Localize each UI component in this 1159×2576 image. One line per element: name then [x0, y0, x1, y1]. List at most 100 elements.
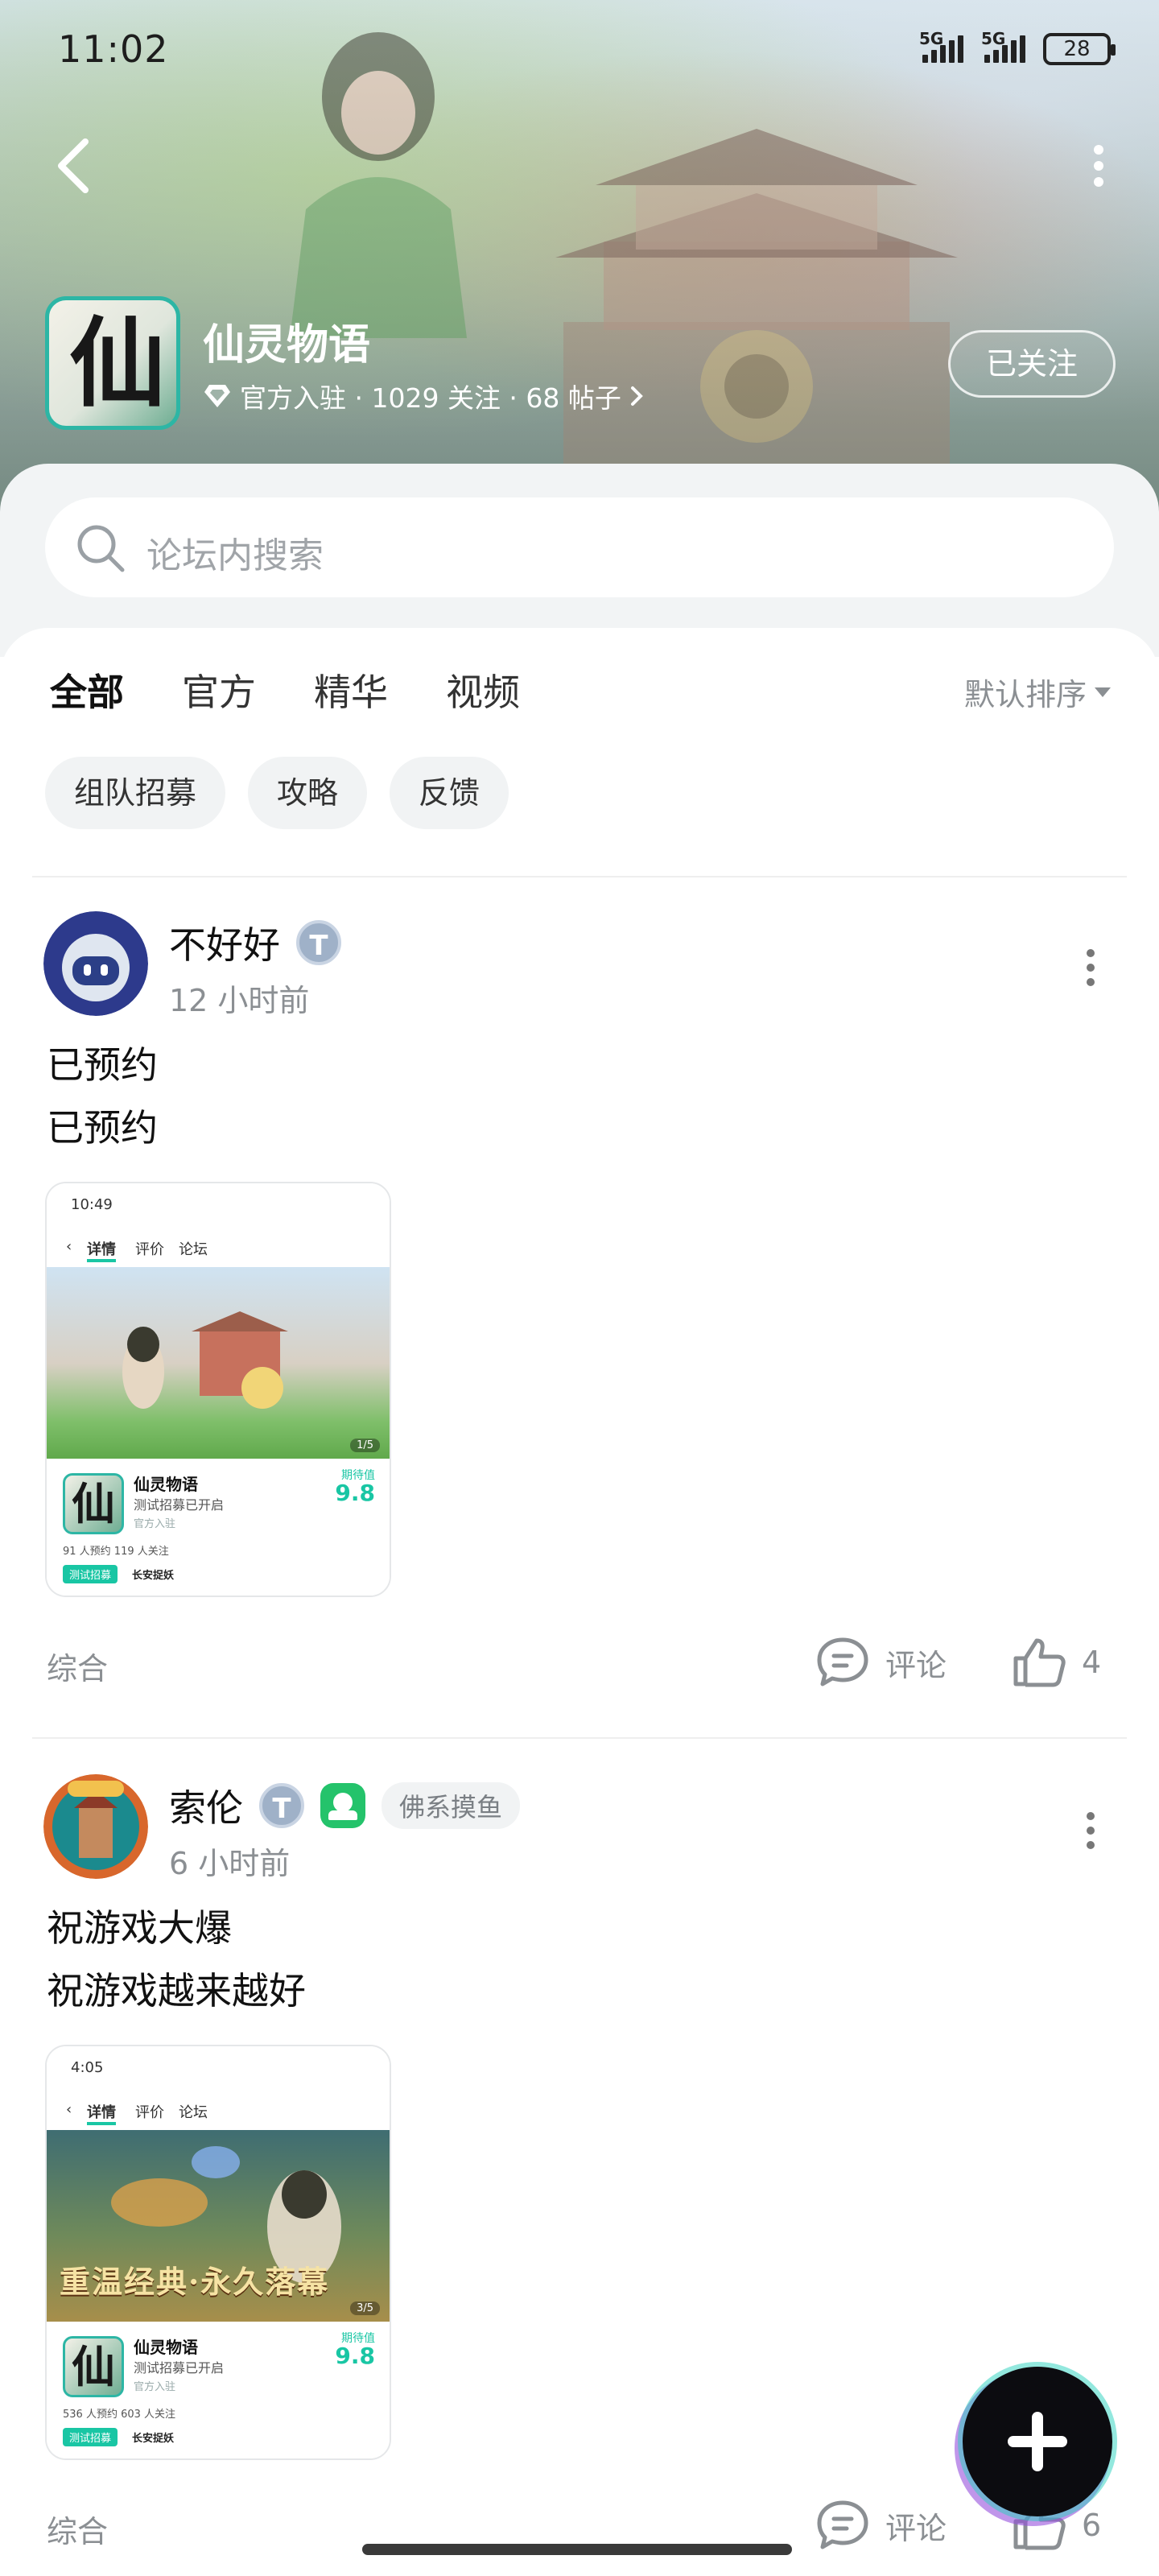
divider	[32, 876, 1127, 877]
post-body[interactable]: 祝游戏大爆 祝游戏越来越好	[47, 1897, 306, 2022]
mini-stats: 536 人预约 603 人关注	[63, 2409, 176, 2421]
signal-icon: 5G	[981, 29, 1025, 63]
image-tabs: ‹ 详情 评价 论坛	[47, 1232, 390, 1267]
back-arrow-icon[interactable]	[48, 134, 100, 198]
topic-chips: 组队招募 攻略 反馈	[45, 757, 509, 829]
status-indicators: 5G 5G 28	[919, 27, 1116, 71]
more-vertical-icon[interactable]	[1085, 943, 1096, 992]
status-bar: 11:02 5G 5G 28	[0, 0, 1159, 97]
image-banner: 重温经典·永久落幕 3/5	[47, 2130, 390, 2323]
network-label: 5G	[919, 29, 944, 48]
forum-title: 仙灵物语	[203, 321, 371, 369]
comment-button[interactable]: 评论	[815, 1636, 947, 1689]
home-indicator[interactable]	[362, 2544, 792, 2555]
thumbs-up-icon	[1013, 1638, 1066, 1687]
search-placeholder: 论坛内搜索	[146, 535, 324, 576]
follow-button[interactable]: 已关注	[948, 330, 1116, 398]
image-tab: 评价	[135, 1241, 164, 1258]
forum-meta-text: 官方入驻 · 1029 关注 · 68 帖子	[240, 382, 621, 414]
mini-tag: 长安捉妖	[132, 1570, 175, 1582]
post-image[interactable]: 4:05 ‹ 详情 评价 论坛 重温经典·永久落幕 3/5 仙 仙灵物语 测试招…	[45, 2045, 391, 2460]
post-line: 祝游戏越来越好	[47, 1969, 306, 2013]
tab-all[interactable]: 全部	[50, 663, 124, 728]
verified-user-icon	[320, 1783, 365, 1828]
image-app-card: 仙 仙灵物语 测试招募已开启 官方入驻 期待值 9.8 536 人预约 603 …	[47, 2322, 390, 2458]
image-status-bar: 4:05	[47, 2046, 390, 2095]
create-post-button[interactable]	[963, 2367, 1112, 2516]
post-author[interactable]: 不好好 T	[169, 916, 341, 969]
chip-guide[interactable]: 攻略	[248, 757, 368, 829]
sort-label: 默认排序	[963, 677, 1087, 712]
image-time: 10:49	[71, 1196, 113, 1213]
post-body[interactable]: 已预约 已预约	[47, 1034, 158, 1159]
search-icon	[77, 525, 125, 572]
post-image[interactable]: 10:49 ‹ 详情 评价 论坛 1/5 仙 仙灵物语 测试招募已开启 官方入驻…	[45, 1182, 391, 1597]
image-tab: 论坛	[179, 2104, 208, 2121]
chip-team-recruit[interactable]: 组队招募	[45, 757, 226, 829]
tab-bar: 全部 官方 精华 视频	[50, 663, 520, 728]
post-footer: 综合 评论 4	[0, 1624, 1159, 1697]
mini-app-sub: 测试招募已开启	[134, 1497, 225, 1513]
image-tab: 评价	[135, 2104, 164, 2121]
comment-button[interactable]: 评论	[815, 2499, 947, 2552]
more-vertical-icon[interactable]	[1085, 1806, 1096, 1855]
battery-icon: 28	[1043, 33, 1116, 65]
avatar[interactable]	[43, 1774, 148, 1879]
post-line: 已预约	[47, 1106, 158, 1150]
more-vertical-icon[interactable]	[1087, 142, 1111, 190]
author-name: 不好好	[169, 923, 280, 967]
status-time: 11:02	[58, 27, 169, 71]
mini-tag: 测试招募	[63, 2428, 118, 2446]
image-page-indicator: 3/5	[350, 2301, 380, 2315]
mini-score: 9.8	[335, 1480, 375, 1506]
like-count: 6	[1082, 2508, 1102, 2543]
level-badge-icon: T	[296, 920, 341, 965]
mini-app-sub: 测试招募已开启	[134, 2360, 225, 2376]
chip-feedback[interactable]: 反馈	[390, 757, 509, 829]
image-app-card: 仙 仙灵物语 测试招募已开启 官方入驻 期待值 9.8 91 人预约 119 人…	[47, 1459, 390, 1596]
tab-featured[interactable]: 精华	[314, 663, 388, 716]
post-author[interactable]: 索伦 T 佛系摸鱼	[169, 1779, 521, 1832]
mini-app-name: 仙灵物语	[134, 2338, 198, 2357]
plus-icon	[1032, 2412, 1043, 2471]
post-time: 6 小时前	[169, 1846, 291, 1881]
image-time: 4:05	[71, 2059, 104, 2076]
tab-video[interactable]: 视频	[446, 663, 520, 716]
mini-tag: 长安捉妖	[132, 2433, 175, 2445]
image-status-bar: 10:49	[47, 1183, 390, 1232]
comment-icon	[817, 2500, 868, 2549]
post-category[interactable]: 综合	[47, 2507, 108, 2551]
avatar[interactable]	[43, 911, 148, 1016]
caret-down-icon	[1095, 687, 1111, 697]
signal-icon: 5G	[919, 29, 963, 63]
post-line: 祝游戏大爆	[47, 1906, 232, 1950]
post-category[interactable]: 综合	[47, 1644, 108, 1688]
sort-dropdown[interactable]: 默认排序	[964, 670, 1111, 714]
divider	[32, 1737, 1127, 1739]
mini-app-icon: 仙	[63, 2336, 124, 2397]
level-badge-icon: T	[259, 1783, 304, 1828]
forum-meta[interactable]: 官方入驻 · 1029 关注 · 68 帖子	[203, 377, 644, 415]
forum-header: 11:02 5G 5G 28 仙 仙灵物语 官方入驻 · 1029 关注 · 6…	[0, 0, 1159, 515]
mini-tag: 测试招募	[63, 1565, 118, 1583]
mini-stats: 91 人预约 119 人关注	[63, 1546, 169, 1558]
image-tab: 详情	[87, 1238, 116, 1262]
comment-label: 评论	[885, 2510, 947, 2546]
app-icon-glyph: 仙	[69, 307, 166, 420]
image-tab: 详情	[87, 2101, 116, 2125]
forum-info: 仙 仙灵物语 官方入驻 · 1029 关注 · 68 帖子 已关注	[45, 296, 1116, 430]
image-tab: 论坛	[179, 1241, 208, 1258]
mini-official: 官方入驻	[134, 1518, 176, 1530]
forum-content: 全部 官方 精华 视频 默认排序 组队招募 攻略 反馈 不好好 T 12 小时前	[0, 628, 1159, 2576]
author-name: 索伦	[169, 1786, 243, 1830]
network-label: 5G	[981, 29, 1006, 48]
image-banner-slogan: 重温经典·永久落幕	[60, 2264, 330, 2300]
tab-official[interactable]: 官方	[182, 663, 256, 716]
search-input[interactable]: 论坛内搜索	[45, 497, 1114, 597]
app-icon[interactable]: 仙	[45, 296, 180, 430]
mini-app-icon: 仙	[63, 1473, 124, 1534]
diamond-icon	[204, 385, 230, 407]
mini-app-name: 仙灵物语	[134, 1475, 198, 1494]
like-button[interactable]: 4	[1011, 1636, 1101, 1689]
user-title-tag: 佛系摸鱼	[382, 1782, 521, 1829]
